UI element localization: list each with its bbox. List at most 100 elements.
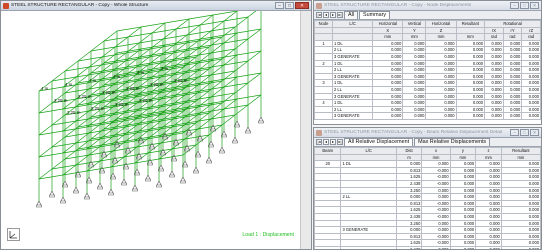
beam-relative-displacement-window[interactable]: STEEL STRUCTURE RECTANGULAR - Copy - Bea…: [313, 127, 542, 250]
table-row[interactable]: 20 1 DL 0.000 0.000 0.000 0.000 0.000: [314, 160, 541, 168]
tab-all-relative-displacement[interactable]: All Relative Displacement: [344, 138, 414, 146]
whole-structure-window[interactable]: STEEL STRUCTURE RECTANGULAR - Copy - Who…: [0, 0, 312, 250]
last-tab-icon[interactable]: ▸|: [337, 12, 343, 18]
beam-cell: [314, 166, 342, 175]
table-row[interactable]: 2 LL 0.000 0.000 0.000 0.000 0.000 0.000 0.000: [314, 85, 541, 94]
value-cell: 0.000: [372, 99, 404, 107]
member-length-label: 3.25 m: [174, 78, 188, 83]
minimize-button[interactable]: –: [510, 2, 519, 9]
node-displacement-titlebar[interactable]: STEEL STRUCTURE RECTANGULAR - Copy - Nod…: [314, 1, 541, 11]
beam-member: [223, 60, 249, 66]
maximize-button[interactable]: □: [520, 129, 529, 136]
maximize-button[interactable]: □: [285, 2, 294, 9]
table-row[interactable]: 3 GENERATE 0.000 0.000 0.000 0.000 0.000 0.000…: [314, 52, 541, 61]
lc-cell: 1 DL: [331, 59, 374, 68]
table-row[interactable]: 2.438 -0.000 0.000 0.000 0.000: [314, 179, 541, 188]
member-length-label: 3.25 m: [78, 94, 92, 99]
value-cell: 0.000: [425, 72, 457, 81]
beam-cell: [314, 186, 342, 195]
beam-member: [64, 66, 90, 72]
value-cell: 0.000: [484, 39, 504, 48]
whole-structure-titlebar[interactable]: STEEL STRUCTURE RECTANGULAR - Copy - Who…: [1, 1, 311, 11]
table-row[interactable]: 2 LL 0.000 0.000 0.000 0.000 0.000 0.000 0.000: [314, 105, 541, 114]
table-row[interactable]: 3 GENERATE 0.000 0.000 0.000 0.000 0.000 0.000…: [314, 72, 541, 81]
table-row[interactable]: 0.813 -0.000 0.000 0.000 0.000: [314, 166, 541, 175]
value-cell: 0.000: [402, 52, 427, 61]
table-row[interactable]: 1.625 -0.000 0.000 0.000 0.000: [314, 206, 541, 214]
value-cell: 0.000: [521, 92, 541, 101]
close-button[interactable]: ✕: [530, 129, 539, 136]
prev-tab-icon[interactable]: ◂: [323, 12, 329, 18]
minimize-button[interactable]: –: [510, 129, 519, 136]
beam-member: [64, 88, 90, 94]
node-displacement-window[interactable]: STEEL STRUCTURE RECTANGULAR - Copy - Nod…: [313, 0, 542, 125]
value-cell: 0.000: [521, 79, 541, 87]
table-row[interactable]: 2.438 0.000 0.000 0.000 0.000: [314, 245, 541, 249]
vertical-scrollbar[interactable]: [300, 11, 311, 249]
close-button[interactable]: ✕: [530, 2, 539, 9]
next-tab-icon[interactable]: ▸: [330, 12, 336, 18]
table-row[interactable]: 2.438 -0.000 0.000 0.000 0.000: [314, 212, 541, 221]
table-row[interactable]: 11 DL 0.000 0.000 0.000 0.000 0.000 0.000 0.000: [314, 39, 541, 48]
value-cell: 0.000: [402, 85, 427, 94]
value-cell: 0.000: [425, 99, 457, 107]
value-cell: 0.000: [484, 52, 504, 61]
value-cell: 1.625: [395, 206, 423, 214]
table-row[interactable]: 1.625 -0.000 0.000 0.000 0.000: [314, 239, 541, 247]
table-row[interactable]: 41 DL 0.000 0.000 0.000 0.000 0.000 0.000 0.000: [314, 99, 541, 107]
node-cell: 4: [314, 99, 333, 107]
value-cell: 2.438: [395, 245, 423, 249]
value-cell: 0.000: [500, 219, 541, 228]
value-cell: -0.000: [421, 173, 451, 181]
value-cell: 0.000: [521, 66, 541, 74]
table-row[interactable]: 3 GENERATE 0.000 0.000 0.000 0.000 0.000 0.000…: [314, 92, 541, 101]
table-row[interactable]: 0.813 -0.000 0.000 0.000 0.000: [314, 232, 541, 241]
table-row[interactable]: 2 LL 0.000 0.000 0.000 0.000 0.000 0.000 0.000: [314, 66, 541, 74]
structure-view-canvas[interactable]: 4 m 4 m 4 m 4 m 4 m 4 m 3.25 m 3.25 m 3.25 m 3.25…: [1, 6, 302, 247]
value-cell: 0.000: [455, 92, 486, 101]
maximize-button[interactable]: □: [520, 2, 529, 9]
beam-member: [151, 28, 177, 34]
table-row[interactable]: 3 GENERATE 0.000 0.000 0.000 0.000 0.000 0.000…: [314, 112, 541, 120]
beam-member: [158, 154, 184, 160]
table-row[interactable]: 3.250 0.000 0.000 0.000 0.000: [314, 186, 541, 195]
prev-tab-icon[interactable]: ◂: [323, 139, 329, 145]
value-cell: 0.000: [502, 85, 523, 94]
col-beam: Beam: [314, 147, 342, 155]
table-row[interactable]: 1.625 -0.000 0.000 0.000 0.000: [314, 173, 541, 181]
table-row[interactable]: 3 GENERATE 0.000 0.000 0.000 0.000 0.000: [314, 226, 541, 234]
first-tab-icon[interactable]: |◂: [316, 12, 322, 18]
next-tab-icon[interactable]: ▸: [330, 139, 336, 145]
value-cell: 0.000: [475, 193, 502, 201]
whole-structure-title: STEEL STRUCTURE RECTANGULAR - Copy - Who…: [11, 3, 149, 8]
table-row[interactable]: 0.813 -0.000 0.000 0.000 0.000: [314, 199, 541, 208]
last-tab-icon[interactable]: ▸|: [337, 139, 343, 145]
tab-all[interactable]: All: [344, 11, 358, 19]
table-row[interactable]: 2 LL 0.000 0.000 0.000 0.000 0.000: [314, 193, 541, 201]
tab-summary[interactable]: Summary: [359, 11, 391, 19]
fixed-support-icon: [121, 178, 127, 186]
value-cell: -0.000: [421, 232, 451, 241]
table-row[interactable]: 3.250 0.000 0.000 0.000 0.000: [314, 219, 541, 228]
beam-cell: [314, 173, 342, 181]
tab-max-relative-displacements[interactable]: Max Relative Displacements: [414, 138, 491, 146]
beam-member: [62, 104, 88, 110]
value-cell: 0.000: [449, 232, 477, 241]
value-cell: 0.000: [455, 39, 486, 48]
value-cell: 0.000: [502, 99, 523, 107]
close-button[interactable]: ✕: [295, 2, 309, 9]
table-row[interactable]: 2 LL 0.000 0.000 0.000 0.000 0.000 0.000 0.000: [314, 46, 541, 54]
beam-member: [64, 132, 90, 138]
col-rotational: Rotational: [484, 20, 541, 28]
beam-member: [86, 166, 112, 172]
value-cell: 0.000: [402, 46, 427, 54]
table-row[interactable]: 21 DL 0.000 0.000 0.000 0.000 0.000 0.000 0.000: [314, 59, 541, 68]
minimize-button[interactable]: –: [275, 2, 284, 9]
value-cell: 0.000: [449, 212, 477, 221]
table-row[interactable]: 31 DL 0.000 0.000 0.000 0.000 0.000 0.000 0.000: [314, 79, 541, 87]
fixed-support-icon: [49, 190, 55, 198]
beam-member: [99, 156, 125, 162]
first-tab-icon[interactable]: |◂: [316, 139, 322, 145]
beam-displacement-titlebar[interactable]: STEEL STRUCTURE RECTANGULAR - Copy - Bea…: [314, 128, 541, 138]
value-cell: 0.000: [502, 59, 523, 68]
